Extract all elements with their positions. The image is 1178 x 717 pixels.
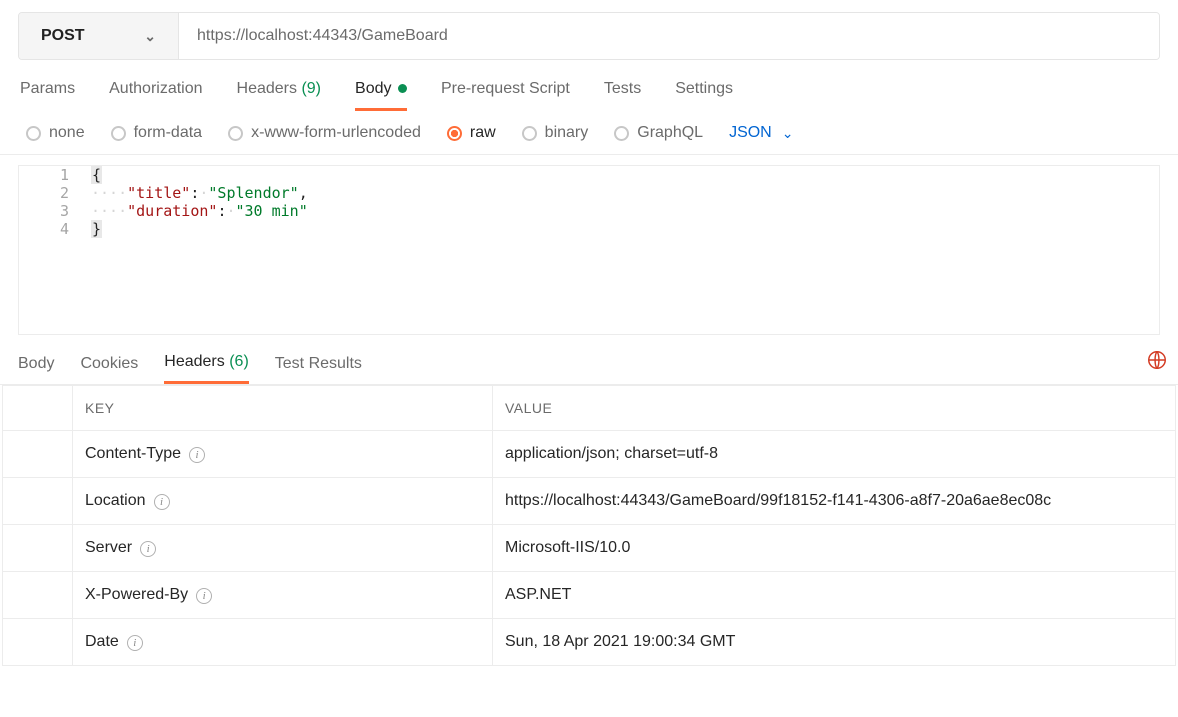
body-lang-dropdown[interactable]: JSON ⌄ (729, 124, 793, 142)
body-binary[interactable]: binary (522, 124, 589, 142)
resp-tab-tests[interactable]: Test Results (275, 355, 362, 383)
tab-headers-label: Headers (237, 80, 297, 97)
body-xform[interactable]: x-www-form-urlencoded (228, 124, 421, 142)
body-type-row: none form-data x-www-form-urlencoded raw… (0, 112, 1178, 155)
radio-icon (111, 126, 126, 141)
chevron-down-icon: ⌄ (144, 28, 156, 45)
table-row: Locationi https://localhost:44343/GameBo… (3, 478, 1176, 525)
table-row: X-Powered-Byi ASP.NET (3, 572, 1176, 619)
leading-col (3, 386, 73, 431)
table-row: Content-Typei application/json; charset=… (3, 431, 1176, 478)
request-tabs: Params Authorization Headers (9) Body Pr… (0, 60, 1178, 112)
tab-body-label: Body (355, 80, 391, 97)
response-headers-table: KEY VALUE Content-Typei application/json… (2, 385, 1176, 666)
col-key: KEY (73, 386, 493, 431)
tab-body[interactable]: Body (355, 80, 407, 111)
url-input[interactable]: https://localhost:44343/GameBoard (179, 13, 1159, 59)
request-bar: POST ⌄ https://localhost:44343/GameBoard (18, 12, 1160, 60)
tab-authorization[interactable]: Authorization (109, 80, 202, 111)
info-icon[interactable]: i (154, 494, 170, 510)
body-editor[interactable]: 1{ 2····"title":·"Splendor", 3····"durat… (18, 165, 1160, 335)
tab-prerequest[interactable]: Pre-request Script (441, 80, 570, 111)
radio-icon (26, 126, 41, 141)
network-icon[interactable] (1146, 349, 1168, 377)
method-dropdown[interactable]: POST ⌄ (19, 13, 179, 59)
table-row: Datei Sun, 18 Apr 2021 19:00:34 GMT (3, 619, 1176, 666)
tab-headers-count: (9) (301, 80, 321, 97)
body-graphql[interactable]: GraphQL (614, 124, 703, 142)
body-raw[interactable]: raw (447, 124, 496, 142)
tab-params[interactable]: Params (20, 80, 75, 111)
radio-icon (522, 126, 537, 141)
response-tabs: Body Cookies Headers (6) Test Results (0, 335, 1178, 385)
body-modified-icon (398, 84, 407, 93)
resp-tab-body[interactable]: Body (18, 355, 54, 383)
resp-tab-cookies[interactable]: Cookies (80, 355, 138, 383)
tab-settings[interactable]: Settings (675, 80, 733, 111)
info-icon[interactable]: i (196, 588, 212, 604)
body-none[interactable]: none (26, 124, 85, 142)
body-formdata[interactable]: form-data (111, 124, 202, 142)
info-icon[interactable]: i (189, 447, 205, 463)
info-icon[interactable]: i (127, 635, 143, 651)
radio-icon (447, 126, 462, 141)
radio-icon (614, 126, 629, 141)
chevron-down-icon: ⌄ (782, 125, 794, 142)
tab-tests[interactable]: Tests (604, 80, 641, 111)
resp-tab-headers[interactable]: Headers (6) (164, 353, 249, 384)
tab-headers[interactable]: Headers (9) (237, 80, 322, 111)
url-text: https://localhost:44343/GameBoard (197, 27, 448, 45)
radio-icon (228, 126, 243, 141)
info-icon[interactable]: i (140, 541, 156, 557)
col-value: VALUE (493, 386, 1176, 431)
method-label: POST (41, 27, 85, 45)
table-row: Serveri Microsoft-IIS/10.0 (3, 525, 1176, 572)
